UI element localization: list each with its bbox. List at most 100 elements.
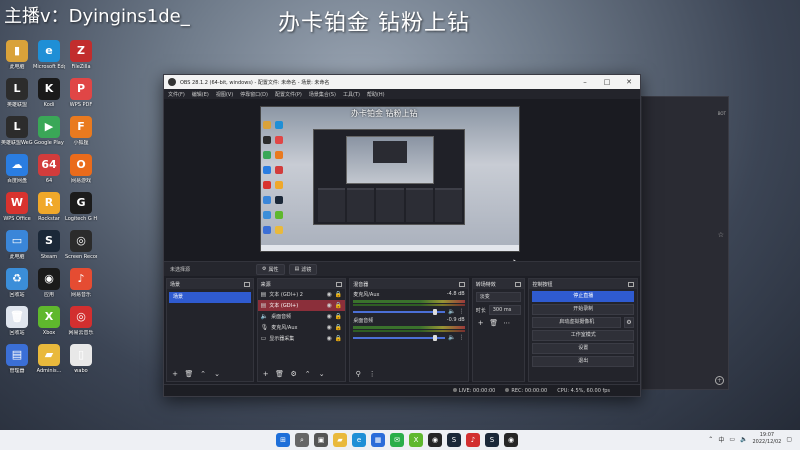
menu-item[interactable]: 帮助(H) [367, 91, 385, 98]
visibility-eye-icon[interactable]: ◉ [327, 302, 332, 309]
windows-icon[interactable]: ⊞ [276, 433, 290, 447]
lock-icon[interactable]: 🔒 [335, 324, 342, 331]
desktop-icon[interactable]: R Rockstar [33, 192, 65, 222]
source-item[interactable]: ▭ 显示器采集 ◉ 🔒 [258, 333, 346, 344]
studio-mode-button[interactable]: 工作室模式 [532, 330, 634, 341]
volume-slider[interactable] [353, 308, 446, 315]
duration-input[interactable]: 300 ms [488, 305, 522, 315]
transition-menu-button[interactable]: ⋯ [502, 318, 512, 328]
taskview-icon[interactable]: ▣ [314, 433, 328, 447]
desktop-icon[interactable]: P WPS PDF [65, 78, 97, 108]
preview-canvas[interactable]: 办卡铂金 钻粉上钻 [260, 106, 520, 252]
desktop-icon[interactable]: ♻ 回收站 [1, 268, 33, 298]
minimize-button[interactable]: – [574, 78, 596, 86]
remove-scene-button[interactable]: 🗑 [184, 369, 194, 379]
slider-knob[interactable] [433, 308, 438, 315]
clock[interactable]: 19:07 2022/12/02 [753, 432, 782, 446]
desktop-icon[interactable]: ◎ 网易云音乐 [65, 306, 97, 336]
desktop-icon[interactable]: ▮ 此电脑 [1, 40, 33, 70]
desktop-icon[interactable]: G Logitech G HUB [65, 192, 97, 222]
desktop-icon[interactable]: X Xbox [33, 306, 65, 336]
popout-icon[interactable] [628, 281, 634, 287]
maximize-button[interactable]: □ [596, 78, 618, 86]
move-up-button[interactable]: ⌃ [198, 369, 208, 379]
steam-icon[interactable]: S [447, 433, 461, 447]
properties-button[interactable]: ⚙ 属性 [256, 263, 285, 275]
advanced-audio-button[interactable]: ⚲ [353, 369, 363, 379]
store-icon[interactable]: ▦ [371, 433, 385, 447]
menu-item[interactable]: 文件(F) [168, 91, 185, 98]
chevron-up-icon[interactable]: ⌃ [708, 436, 713, 443]
menu-item[interactable]: 工具(T) [343, 91, 360, 98]
popout-icon[interactable] [336, 281, 343, 287]
menu-item[interactable]: 停靠窗口(D) [240, 91, 268, 98]
speaker-icon[interactable]: 🔈 [448, 334, 455, 341]
channel-menu-icon[interactable]: ⋮ [459, 334, 465, 341]
obs2-icon[interactable]: ◉ [504, 433, 518, 447]
desktop-icon[interactable]: 64 64 [33, 154, 65, 184]
visibility-eye-icon[interactable]: ◉ [327, 335, 332, 342]
lock-icon[interactable]: 🔒 [335, 335, 342, 342]
desktop-icon[interactable]: S Steam [33, 230, 65, 260]
menu-item[interactable]: 场景集合(S) [309, 91, 336, 98]
desktop-icon[interactable]: ▶ Google Play [33, 116, 65, 146]
virtual-camera-settings-icon[interactable]: ⚙ [624, 317, 634, 328]
add-source-button[interactable]: + [261, 369, 271, 379]
mixer-menu-button[interactable]: ⋮ [367, 369, 377, 379]
move-up-button[interactable]: ⌃ [303, 369, 313, 379]
desktop-icon[interactable]: O 网易游戏 [65, 154, 97, 184]
source-item[interactable]: 🔈 桌面音频 ◉ 🔒 [258, 311, 346, 322]
lock-icon[interactable]: 🔒 [335, 313, 342, 320]
source-settings-button[interactable]: ⚙ [289, 369, 299, 379]
notification-icon[interactable]: ▢ [786, 436, 792, 443]
source-item[interactable]: ▤ 文本 (GDI+) 2 ◉ 🔒 [258, 289, 346, 300]
desktop-icon[interactable]: ▰ Adminis... [33, 344, 65, 374]
desktop-icon[interactable]: e Microsoft Edge [33, 40, 65, 70]
remove-transition-button[interactable]: 🗑 [489, 318, 499, 328]
explorer-icon[interactable]: ▰ [333, 433, 347, 447]
desktop-icon[interactable]: ☁ 百度网盘 [1, 154, 33, 184]
lock-icon[interactable]: 🔒 [335, 302, 342, 309]
desktop-icon[interactable]: ▭ 此电脑 [1, 230, 33, 260]
move-down-button[interactable]: ⌄ [212, 369, 222, 379]
source-item[interactable]: 🎙 麦克风/Aux ◉ 🔒 [258, 322, 346, 333]
close-button[interactable]: ✕ [618, 78, 640, 86]
menu-item[interactable]: 配置文件(P) [275, 91, 302, 98]
popout-icon[interactable] [243, 281, 250, 287]
desktop-icon[interactable]: K Kodi [33, 78, 65, 108]
desktop-icon[interactable]: ♪ 网易音乐 [65, 268, 97, 298]
add-scene-button[interactable]: + [170, 369, 180, 379]
volume-slider[interactable] [353, 334, 446, 341]
visibility-eye-icon[interactable]: ◉ [327, 324, 332, 331]
search-icon[interactable]: ⌕ [295, 433, 309, 447]
desktop-icon[interactable]: ◉ 应用 [33, 268, 65, 298]
source-item[interactable]: ▤ 文本 (GDI+) ◉ 🔒 [257, 300, 346, 311]
start-recording-button[interactable]: 开始录制 [532, 304, 634, 315]
popout-icon[interactable] [458, 281, 465, 287]
scene-item[interactable]: 场景 [169, 292, 251, 303]
slider-knob[interactable] [433, 334, 438, 341]
desktop-icon[interactable]: L 英雄联盟WeGame版 [1, 116, 33, 146]
edge-icon[interactable]: e [352, 433, 366, 447]
channel-menu-icon[interactable]: ⋮ [459, 308, 465, 315]
transition-select[interactable]: 淡变 [475, 292, 522, 302]
stop-streaming-button[interactable]: 停止直播 [532, 291, 634, 302]
desktop-icon[interactable]: F 小狐狸 [65, 116, 97, 146]
add-icon[interactable]: + [715, 376, 724, 385]
add-transition-button[interactable]: + [476, 318, 486, 328]
desktop-icon[interactable]: ▤ 管理器 [1, 344, 33, 374]
language-indicator[interactable]: 中 [718, 435, 724, 444]
desktop-icon[interactable]: 🗑 回收站 [1, 306, 33, 336]
steam2-icon[interactable]: S [485, 433, 499, 447]
obs-icon[interactable]: ◉ [428, 433, 442, 447]
music-icon[interactable]: ♪ [466, 433, 480, 447]
visibility-eye-icon[interactable]: ◉ [327, 313, 332, 320]
desktop-icon[interactable]: L 英雄联盟 [1, 78, 33, 108]
lock-icon[interactable]: 🔒 [335, 291, 342, 298]
filters-button[interactable]: ▤ 滤镜 [288, 263, 318, 275]
volume-icon[interactable]: 🔈 [740, 436, 747, 443]
network-icon[interactable]: ▭ [729, 436, 735, 443]
menu-item[interactable]: 视图(V) [216, 91, 233, 98]
popout-icon[interactable] [515, 281, 522, 287]
move-down-button[interactable]: ⌄ [317, 369, 327, 379]
